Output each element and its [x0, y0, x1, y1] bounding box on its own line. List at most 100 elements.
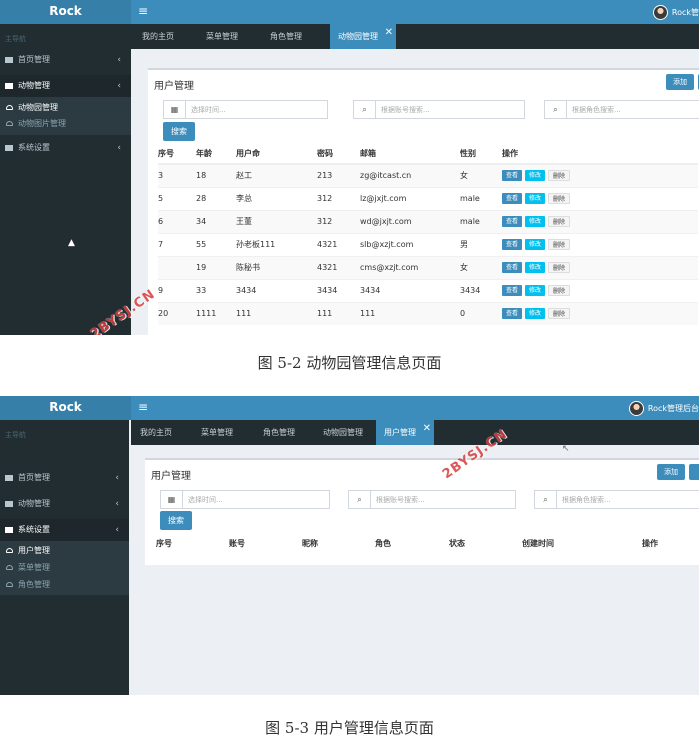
secondary-button[interactable]: [689, 464, 699, 480]
add-button[interactable]: 添加: [657, 464, 685, 480]
tab-menu-management[interactable]: 菜单管理: [206, 24, 238, 49]
edit-button[interactable]: 修改: [525, 193, 546, 204]
edit-button[interactable]: 修改: [525, 285, 546, 296]
table-cell: 王董: [236, 209, 317, 233]
column-header[interactable]: 序号: [156, 533, 229, 553]
column-header[interactable]: 创建时间: [522, 533, 642, 553]
delete-button[interactable]: 删除: [548, 262, 571, 273]
close-icon[interactable]: ✕: [385, 20, 393, 45]
avatar: [628, 400, 644, 416]
edit-button[interactable]: 修改: [525, 262, 546, 273]
table-cell: 3434: [460, 278, 502, 302]
zoo-table: 序号 年龄 用户命 密码 邮箱 性别 操作 3 18 赵工 213 zg@itcast.…: [158, 144, 698, 325]
column-header[interactable]: 邮箱: [360, 144, 460, 165]
column-header[interactable]: 用户命: [236, 144, 317, 165]
brand-logo[interactable]: Rock: [0, 0, 131, 24]
view-button[interactable]: 查看: [502, 239, 523, 250]
user-menu[interactable]: Rock管理后台: [628, 399, 699, 417]
tab-label: 用户管理: [384, 428, 416, 437]
table-cell: lz@jxjt.com: [360, 186, 460, 210]
date-input[interactable]: [191, 103, 322, 116]
circle-icon: [6, 565, 13, 570]
view-button[interactable]: 查看: [502, 262, 523, 273]
envelope-icon: [5, 475, 13, 481]
role-search-input[interactable]: [572, 103, 698, 116]
table-cell: male: [460, 209, 502, 233]
submenu-item-users[interactable]: 用户管理: [6, 543, 50, 559]
role-search-input[interactable]: [562, 493, 698, 506]
sidebar-item-animals[interactable]: 动物管理 ‹: [0, 75, 131, 97]
account-search-input[interactable]: [381, 103, 519, 116]
view-button[interactable]: 查看: [502, 193, 523, 204]
view-button[interactable]: 查看: [502, 170, 523, 182]
column-header[interactable]: 账号: [229, 533, 302, 553]
add-button[interactable]: 添加: [666, 74, 694, 90]
table-cell: 4321: [317, 232, 360, 256]
column-header[interactable]: 序号: [158, 144, 196, 165]
date-input[interactable]: [188, 493, 324, 506]
table-cell: 6: [158, 209, 196, 233]
account-search-field[interactable]: ⌕: [348, 490, 516, 509]
search-button[interactable]: 搜索: [160, 511, 192, 530]
sidebar-item-label: 首页管理: [18, 473, 50, 482]
role-search-field[interactable]: ⌕: [544, 100, 699, 119]
column-header[interactable]: 昵称: [302, 533, 375, 553]
sidebar-item-settings[interactable]: 系统设置 ‹: [0, 137, 131, 159]
nav-header: 主导航: [5, 431, 26, 439]
sidebar-item-settings[interactable]: 系统设置 ‹: [0, 519, 129, 541]
delete-button[interactable]: 删除: [548, 170, 571, 182]
calendar-icon: ▦: [161, 491, 183, 508]
edit-button[interactable]: 修改: [525, 216, 546, 227]
delete-button[interactable]: 删除: [548, 239, 571, 250]
column-header[interactable]: 性别: [460, 144, 502, 165]
view-button[interactable]: 查看: [502, 308, 523, 320]
submenu-item-animal-images[interactable]: 动物图片管理: [6, 116, 66, 132]
tab-zoo-management[interactable]: 动物园管理 ✕: [330, 24, 396, 49]
sidebar-item-home[interactable]: 首页管理 ‹: [0, 467, 129, 489]
content-panel: 用户管理 添加 ▦ ⌕ ⌕ 搜索 序号 账号 昵称 角色 状态 创建时: [145, 458, 699, 565]
submenu-item-zoo[interactable]: 动物园管理: [6, 100, 58, 116]
submenu-label: 动物园管理: [18, 103, 58, 112]
delete-button[interactable]: 删除: [548, 193, 571, 204]
account-search-input[interactable]: [376, 493, 510, 506]
delete-button[interactable]: 删除: [548, 285, 571, 296]
sidebar-item-animals[interactable]: 动物管理 ‹: [0, 493, 129, 515]
tab-home[interactable]: 我的主页: [142, 24, 174, 49]
delete-button[interactable]: 删除: [548, 308, 571, 320]
submenu-item-roles[interactable]: 角色管理: [6, 577, 50, 593]
column-header[interactable]: 角色: [375, 533, 449, 553]
column-header[interactable]: 状态: [449, 533, 522, 553]
edit-button[interactable]: 修改: [525, 239, 546, 250]
tab-zoo-management[interactable]: 动物园管理: [323, 420, 363, 445]
table-cell: 赵工: [236, 163, 317, 187]
sidebar-item-label: 动物管理: [18, 499, 50, 508]
mouse-cursor-icon: ▲: [68, 238, 75, 248]
tab-role-management[interactable]: 角色管理: [270, 24, 302, 49]
user-menu[interactable]: Rock管: [652, 3, 699, 21]
edit-button[interactable]: 修改: [525, 308, 546, 320]
view-button[interactable]: 查看: [502, 216, 523, 227]
submenu-item-menus[interactable]: 菜单管理: [6, 560, 50, 576]
tab-home[interactable]: 我的主页: [140, 420, 172, 445]
tab-role-management[interactable]: 角色管理: [263, 420, 295, 445]
sidebar-item-home[interactable]: 首页管理 ‹: [0, 49, 131, 71]
column-header[interactable]: 年龄: [196, 144, 236, 165]
panel-title: 用户管理: [154, 81, 194, 92]
edit-button[interactable]: 修改: [525, 170, 546, 182]
menu-toggle-icon[interactable]: ≡: [138, 399, 148, 415]
menu-toggle-icon[interactable]: ≡: [138, 3, 148, 19]
brand-logo[interactable]: Rock: [0, 396, 131, 420]
date-picker-field[interactable]: ▦: [160, 490, 330, 509]
table-cell: 111: [317, 301, 360, 325]
search-button[interactable]: 搜索: [163, 122, 195, 141]
close-icon[interactable]: ✕: [423, 416, 431, 441]
view-button[interactable]: 查看: [502, 285, 523, 296]
delete-button[interactable]: 删除: [548, 216, 571, 227]
tab-user-management[interactable]: 用户管理 ✕: [376, 420, 434, 445]
column-header[interactable]: 密码: [317, 144, 360, 165]
date-picker-field[interactable]: ▦: [163, 100, 328, 119]
account-search-field[interactable]: ⌕: [353, 100, 525, 119]
actions-cell: 查看 修改 删除: [502, 232, 698, 256]
tab-menu-management[interactable]: 菜单管理: [201, 420, 233, 445]
role-search-field[interactable]: ⌕: [534, 490, 699, 509]
